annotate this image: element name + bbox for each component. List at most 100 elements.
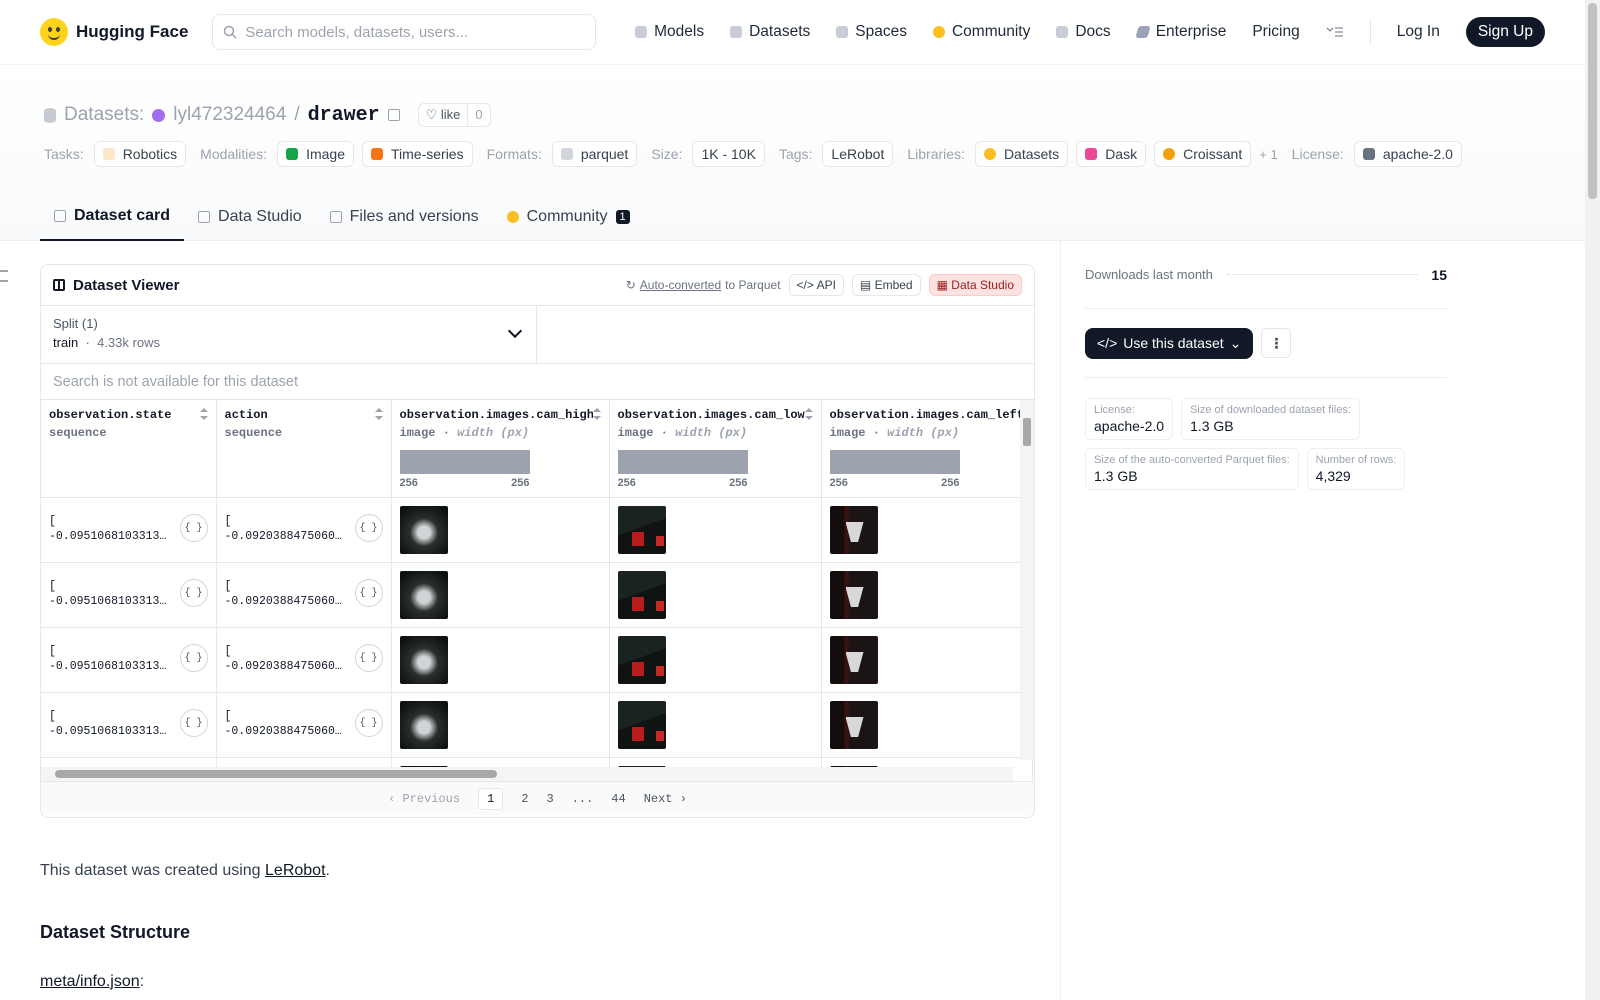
width-histogram[interactable] bbox=[617, 450, 748, 474]
tag-robotics[interactable]: Robotics bbox=[93, 141, 187, 167]
state-cell[interactable]: [-0.0951068103313…{ } bbox=[41, 627, 217, 693]
nav-spaces[interactable]: Spaces bbox=[836, 23, 907, 41]
meta-info-link[interactable]: meta/info.json bbox=[40, 973, 140, 990]
previous-page-button[interactable]: ‹ Previous bbox=[388, 792, 460, 806]
nav-pricing[interactable]: Pricing bbox=[1252, 23, 1299, 41]
data-studio-button[interactable]: ▦ Data Studio bbox=[928, 274, 1022, 296]
viewer-search-input[interactable]: Search is not available for this dataset bbox=[41, 364, 1034, 400]
page-1-button[interactable]: 1 bbox=[478, 787, 504, 810]
brand-logo[interactable]: Hugging Face bbox=[40, 18, 188, 46]
tag-lerobot[interactable]: LeRobot bbox=[822, 141, 894, 167]
split-selector[interactable]: Split (1) train · 4.33k rows bbox=[41, 306, 537, 363]
table-row[interactable]: [-0.0951068103313…{ } [-0.0920388475060…… bbox=[41, 627, 1033, 693]
sort-icon[interactable] bbox=[374, 408, 383, 420]
global-search-input[interactable]: Search models, datasets, users... bbox=[212, 14, 597, 50]
column-header-action[interactable]: action sequence bbox=[216, 400, 392, 498]
column-header-observation-state[interactable]: observation.state sequence bbox=[41, 400, 217, 498]
action-cell[interactable]: [-0.0920388475060…{ } bbox=[216, 692, 392, 758]
tag-parquet[interactable]: parquet bbox=[551, 141, 638, 167]
cam-high-thumbnail[interactable] bbox=[399, 506, 448, 554]
cam-high-thumbnail[interactable] bbox=[399, 701, 448, 749]
nav-docs[interactable]: Docs bbox=[1056, 23, 1111, 41]
lerobot-link[interactable]: LeRobot bbox=[265, 862, 326, 879]
expand-json-icon[interactable]: { } bbox=[354, 644, 383, 672]
page-scrollbar[interactable] bbox=[1585, 0, 1600, 1000]
width-histogram[interactable] bbox=[829, 450, 960, 474]
sort-icon[interactable] bbox=[199, 408, 208, 420]
expand-json-icon[interactable]: { } bbox=[354, 709, 383, 737]
tab-files-and-versions[interactable]: Files and versions bbox=[316, 193, 493, 241]
action-cell[interactable]: [-0.0920388475060…{ } bbox=[216, 497, 392, 563]
cam-low-thumbnail[interactable] bbox=[617, 701, 666, 749]
tag-size[interactable]: 1K - 10K bbox=[692, 141, 765, 167]
login-link[interactable]: Log In bbox=[1397, 23, 1440, 41]
state-cell[interactable]: [-0.0951068103313…{ } bbox=[41, 692, 217, 758]
use-this-dataset-button[interactable]: </> Use this dataset ⌄ bbox=[1085, 327, 1254, 359]
tag-dask[interactable]: Dask bbox=[1076, 141, 1147, 167]
tag-datasets[interactable]: Datasets bbox=[974, 141, 1069, 167]
expand-json-icon[interactable]: { } bbox=[354, 514, 383, 542]
cam-high-thumbnail[interactable] bbox=[399, 636, 448, 684]
column-header-cam-low[interactable]: observation.images.cam_low image · width … bbox=[609, 400, 822, 498]
scrollbar-thumb[interactable] bbox=[1023, 418, 1031, 446]
action-cell[interactable]: [-0.0920388475060…{ } bbox=[216, 562, 392, 628]
expand-json-icon[interactable]: { } bbox=[179, 709, 208, 737]
repo-name[interactable]: drawer bbox=[308, 104, 380, 127]
tag-image[interactable]: Image bbox=[277, 141, 354, 167]
more-options-button[interactable]: ⋮ bbox=[1261, 328, 1292, 358]
expand-json-icon[interactable]: { } bbox=[179, 644, 208, 672]
copy-icon[interactable] bbox=[387, 109, 400, 121]
sidebar-toggle-icon[interactable] bbox=[0, 270, 8, 282]
expand-json-icon[interactable]: { } bbox=[354, 579, 383, 607]
column-header-cam-high[interactable]: observation.images.cam_high image · width… bbox=[391, 400, 610, 498]
tab-data-studio[interactable]: Data Studio bbox=[184, 193, 316, 241]
embed-button[interactable]: ▤ Embed bbox=[851, 274, 921, 296]
scrollbar-thumb[interactable] bbox=[1588, 3, 1597, 199]
tag-croissant[interactable]: Croissant bbox=[1154, 141, 1252, 167]
nav-datasets[interactable]: Datasets bbox=[730, 23, 810, 41]
cam-low-thumbnail[interactable] bbox=[617, 506, 666, 554]
page-3-button[interactable]: 3 bbox=[546, 792, 553, 806]
cam-left-thumbnail[interactable] bbox=[829, 506, 878, 554]
repo-kind[interactable]: Datasets: bbox=[64, 104, 144, 126]
state-cell[interactable]: [-0.0951068103313…{ } bbox=[41, 562, 217, 628]
owner-avatar[interactable] bbox=[152, 108, 166, 122]
nav-community[interactable]: Community bbox=[932, 23, 1030, 41]
cam-left-thumbnail[interactable] bbox=[829, 571, 878, 619]
column-header-cam-left[interactable]: observation.images.cam_left image · width… bbox=[821, 400, 1033, 498]
tag-time-series[interactable]: Time-series bbox=[362, 141, 473, 167]
sort-icon[interactable] bbox=[804, 408, 813, 420]
page-44-button[interactable]: 44 bbox=[611, 792, 625, 806]
repo-owner[interactable]: lyl472324464 bbox=[173, 104, 286, 126]
tab-community[interactable]: Community 1 bbox=[493, 193, 644, 241]
sort-icon[interactable] bbox=[592, 408, 601, 420]
next-page-button[interactable]: Next › bbox=[644, 792, 687, 806]
expand-json-icon[interactable]: { } bbox=[179, 514, 208, 542]
action-cell[interactable]: [-0.0920388475060…{ } bbox=[216, 627, 392, 693]
data-table-container[interactable]: observation.state sequence action sequence… bbox=[41, 400, 1034, 781]
table-row[interactable]: [-0.0951068103313…{ } [-0.0920388475060…… bbox=[41, 562, 1033, 628]
tab-dataset-card[interactable]: Dataset card bbox=[40, 193, 185, 241]
page-2-button[interactable]: 2 bbox=[521, 792, 528, 806]
cam-low-thumbnail[interactable] bbox=[617, 636, 666, 684]
table-horizontal-scrollbar[interactable] bbox=[41, 767, 1013, 781]
signup-button[interactable]: Sign Up bbox=[1465, 17, 1545, 47]
libraries-more[interactable]: + 1 bbox=[1259, 147, 1277, 162]
width-histogram[interactable] bbox=[399, 450, 530, 474]
nav-models[interactable]: Models bbox=[635, 23, 704, 41]
cam-left-thumbnail[interactable] bbox=[829, 636, 878, 684]
cam-left-thumbnail[interactable] bbox=[829, 701, 878, 749]
scrollbar-thumb[interactable] bbox=[55, 770, 497, 778]
tag-license[interactable]: apache-2.0 bbox=[1353, 141, 1462, 167]
table-vertical-scrollbar[interactable] bbox=[1020, 400, 1034, 760]
expand-json-icon[interactable]: { } bbox=[179, 579, 208, 607]
auto-converted-link[interactable]: ↻ Auto-converted to Parquet bbox=[626, 278, 781, 292]
more-menu-button[interactable] bbox=[1326, 26, 1344, 38]
state-cell[interactable]: [-0.0951068103313…{ } bbox=[41, 497, 217, 563]
nav-enterprise[interactable]: Enterprise bbox=[1135, 23, 1226, 41]
table-row[interactable]: [-0.0951068103313…{ } [-0.0920388475060…… bbox=[41, 692, 1033, 758]
like-button[interactable]: ♡ like 0 bbox=[417, 103, 491, 127]
table-row[interactable]: [-0.0951068103313…{ } [-0.0920388475060…… bbox=[41, 497, 1033, 563]
cam-high-thumbnail[interactable] bbox=[399, 571, 448, 619]
api-button[interactable]: </> API bbox=[788, 274, 844, 296]
